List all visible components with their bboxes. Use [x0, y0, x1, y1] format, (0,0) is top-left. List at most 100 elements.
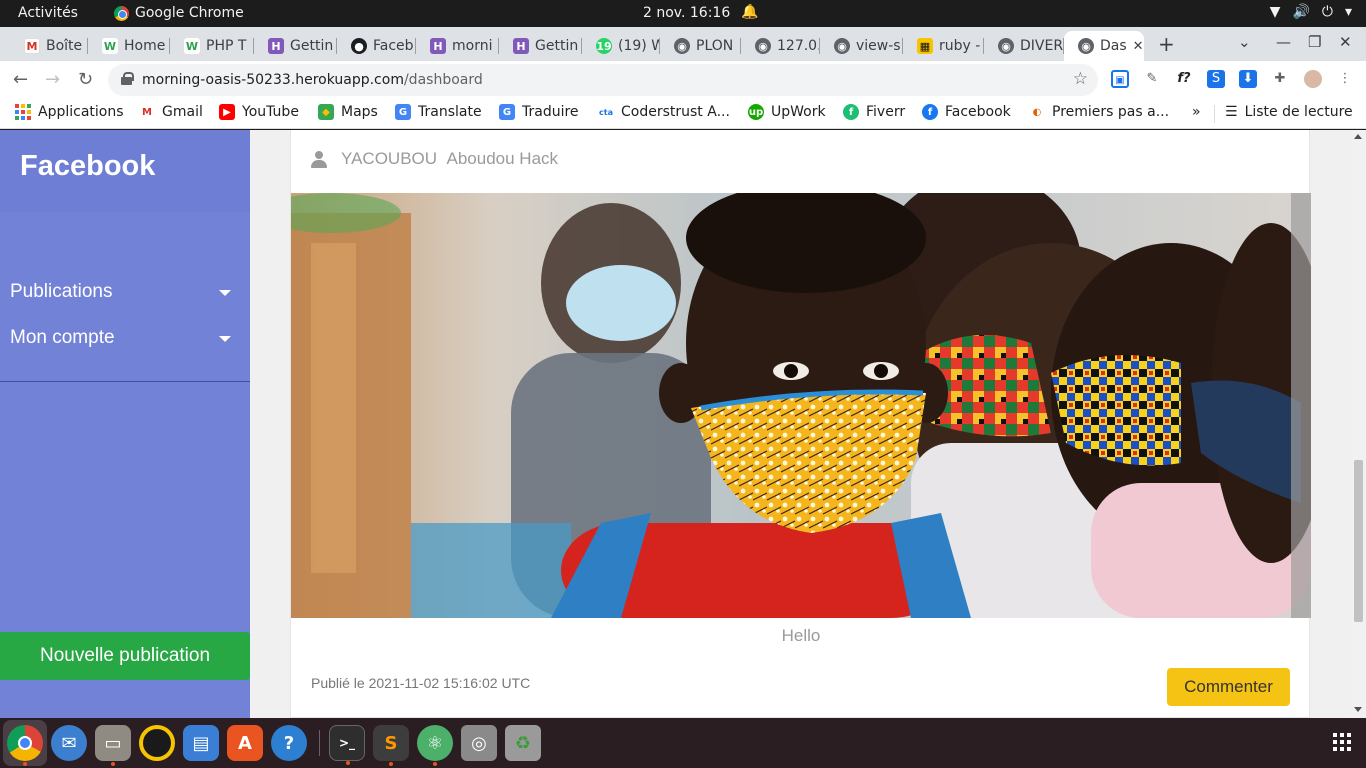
new-post-button[interactable]: Nouvelle publication — [0, 632, 250, 680]
bookmarks-overflow-button[interactable]: » — [1192, 104, 1201, 120]
scroll-down-arrow-icon[interactable] — [1354, 707, 1362, 712]
thunderbird-dock-icon[interactable]: ✉ — [51, 725, 87, 761]
tab-13[interactable]: ◉ Das ✕ — [1064, 31, 1144, 61]
firefox-icon: ◐ — [1029, 104, 1045, 120]
tab-label: 127.0. — [777, 38, 820, 54]
sublime-text-dock-icon[interactable]: S — [373, 725, 409, 766]
eyedropper-extension-icon[interactable]: ✎ — [1143, 70, 1161, 88]
bookmark-0[interactable]: Applications — [15, 104, 124, 120]
facebook-icon: f — [922, 104, 938, 120]
tab-2[interactable]: W PHP T — [170, 31, 254, 61]
cta-icon: cta — [598, 104, 614, 120]
chrome-dock-icon[interactable] — [7, 725, 43, 766]
page-scrollbar[interactable] — [1351, 130, 1366, 718]
back-icon[interactable]: ← — [13, 69, 28, 90]
menu-kebab-icon[interactable]: ⋮ — [1336, 70, 1354, 88]
tab-11[interactable]: ▦ ruby - — [903, 31, 984, 61]
bookmark-9[interactable]: f Facebook — [922, 104, 1011, 120]
reload-icon[interactable]: ↻ — [78, 69, 93, 90]
bookmark-label: UpWork — [771, 104, 826, 120]
clock[interactable]: 2 nov. 16:16 — [643, 5, 730, 21]
globe-icon: ◉ — [834, 38, 850, 54]
disk-dock-icon[interactable]: ◎ — [461, 725, 497, 761]
heroku-icon: H — [513, 38, 529, 54]
tab-label: Boîte — [46, 38, 83, 54]
files-dock-icon[interactable]: ▭ — [95, 725, 131, 766]
w-icon: W — [102, 38, 118, 54]
bookmark-7[interactable]: up UpWork — [748, 104, 826, 120]
reading-list-button[interactable]: ☰ Liste de lecture — [1225, 104, 1353, 120]
w-icon: W — [184, 38, 200, 54]
forward-icon[interactable]: → — [45, 69, 60, 90]
address-bar[interactable]: morning-oasis-50233.herokuapp.com/dashbo… — [108, 64, 1098, 96]
scroll-up-arrow-icon[interactable] — [1354, 134, 1362, 139]
globe-icon: ◉ — [998, 38, 1014, 54]
bookmark-10[interactable]: ◐ Premiers pas a... — [1029, 104, 1169, 120]
bookmark-label: Translate — [418, 104, 482, 120]
bookmark-8[interactable]: f Fiverr — [843, 104, 905, 120]
tab-4[interactable]: ● Faceb — [337, 31, 416, 61]
close-icon[interactable]: ✕ — [1133, 39, 1144, 54]
tab-12[interactable]: ◉ DIVER — [984, 31, 1064, 61]
bookmark-label: Applications — [38, 104, 124, 120]
bookmark-star-icon[interactable]: ☆ — [1073, 69, 1088, 89]
tab-search-icon[interactable]: ⌄ — [1238, 33, 1251, 51]
comment-button[interactable]: Commenter — [1167, 668, 1290, 706]
bookmark-separator — [1214, 105, 1215, 123]
profile-avatar[interactable] — [1304, 70, 1322, 88]
show-applications-icon[interactable] — [1333, 733, 1351, 751]
author-name: YACOUBOU Aboudou Hack — [341, 149, 558, 169]
trash-dock-icon[interactable]: ♻ — [505, 725, 541, 761]
font-extension-icon[interactable]: f? — [1175, 70, 1193, 88]
url-text[interactable]: morning-oasis-50233.herokuapp.com/dashbo… — [142, 72, 483, 88]
tab-8[interactable]: ◉ PLON — [660, 31, 741, 61]
scrollbar-thumb[interactable] — [1354, 460, 1363, 622]
help-dock-icon[interactable]: ? — [271, 725, 307, 761]
bookmark-3[interactable]: ◆ Maps — [318, 104, 378, 120]
volume-icon: 🔊 — [1292, 4, 1310, 20]
rhythmbox-dock-icon[interactable] — [139, 725, 175, 761]
download-extension-icon[interactable]: ⬇ — [1239, 70, 1257, 88]
lock-icon[interactable] — [121, 72, 134, 85]
browser-toolbar: ← → ↻ morning-oasis-50233.herokuapp.com/… — [0, 61, 1366, 98]
bookmark-6[interactable]: cta Coderstrust A... — [598, 104, 730, 120]
writer-dock-icon[interactable]: ▤ — [183, 725, 219, 761]
tab-6[interactable]: H Gettin — [499, 31, 582, 61]
translate-icon: G — [499, 104, 515, 120]
post-image — [291, 193, 1311, 618]
bookmark-1[interactable]: M Gmail — [139, 104, 203, 120]
sidebar-item-mon-compte[interactable]: Mon compte — [0, 317, 250, 357]
atom-dock-icon[interactable]: ⚛ — [417, 725, 453, 766]
sidebar-item-publications[interactable]: Publications — [0, 271, 250, 311]
software-center-dock-icon[interactable]: A — [227, 725, 263, 761]
bookmark-5[interactable]: G Traduire — [499, 104, 579, 120]
tab-5[interactable]: Hmorni — [416, 31, 499, 61]
close-window-icon[interactable]: ✕ — [1339, 33, 1352, 51]
url-host: morning-oasis-50233.herokuapp.com — [142, 72, 404, 88]
power-icon: ⏻ — [1321, 4, 1333, 20]
brand-title[interactable]: Facebook — [20, 150, 155, 183]
sync-extension-icon[interactable]: S — [1207, 70, 1225, 88]
maximize-icon[interactable]: ❐ — [1308, 33, 1321, 51]
terminal-dock-icon[interactable]: >_ — [329, 725, 365, 765]
tab-7[interactable]: 19 (19) W — [582, 31, 660, 61]
reading-list-icon: ☰ — [1225, 104, 1238, 120]
activities-button[interactable]: Activités — [18, 5, 78, 21]
tab-3[interactable]: H Gettin — [254, 31, 337, 61]
screenshot-extension-icon[interactable]: ▣ — [1111, 70, 1129, 88]
tab-1[interactable]: W Home — [88, 31, 170, 61]
tab-10[interactable]: ◉ view-s — [820, 31, 903, 61]
tab-0[interactable]: M Boîte — [10, 31, 88, 61]
tab-9[interactable]: ◉ 127.0. — [741, 31, 820, 61]
tab-label: DIVER — [1020, 38, 1064, 54]
extensions-puzzle-icon[interactable]: ✚ — [1271, 70, 1289, 88]
bookmark-label: Facebook — [945, 104, 1011, 120]
minimize-icon[interactable]: — — [1276, 33, 1291, 51]
app-menu[interactable]: Google Chrome — [114, 5, 244, 21]
bookmark-4[interactable]: G Translate — [395, 104, 482, 120]
bookmark-2[interactable]: ▶ YouTube — [219, 104, 299, 120]
tab-strip: M Boîte W Home W PHP T H Gettin ● Faceb Hmorni H Get… — [0, 27, 1366, 61]
new-tab-icon[interactable]: + — [1158, 32, 1175, 56]
bookmark-label: Traduire — [522, 104, 579, 120]
system-menu[interactable]: ▼ 🔊 ⏻ ▾ — [1270, 4, 1352, 20]
